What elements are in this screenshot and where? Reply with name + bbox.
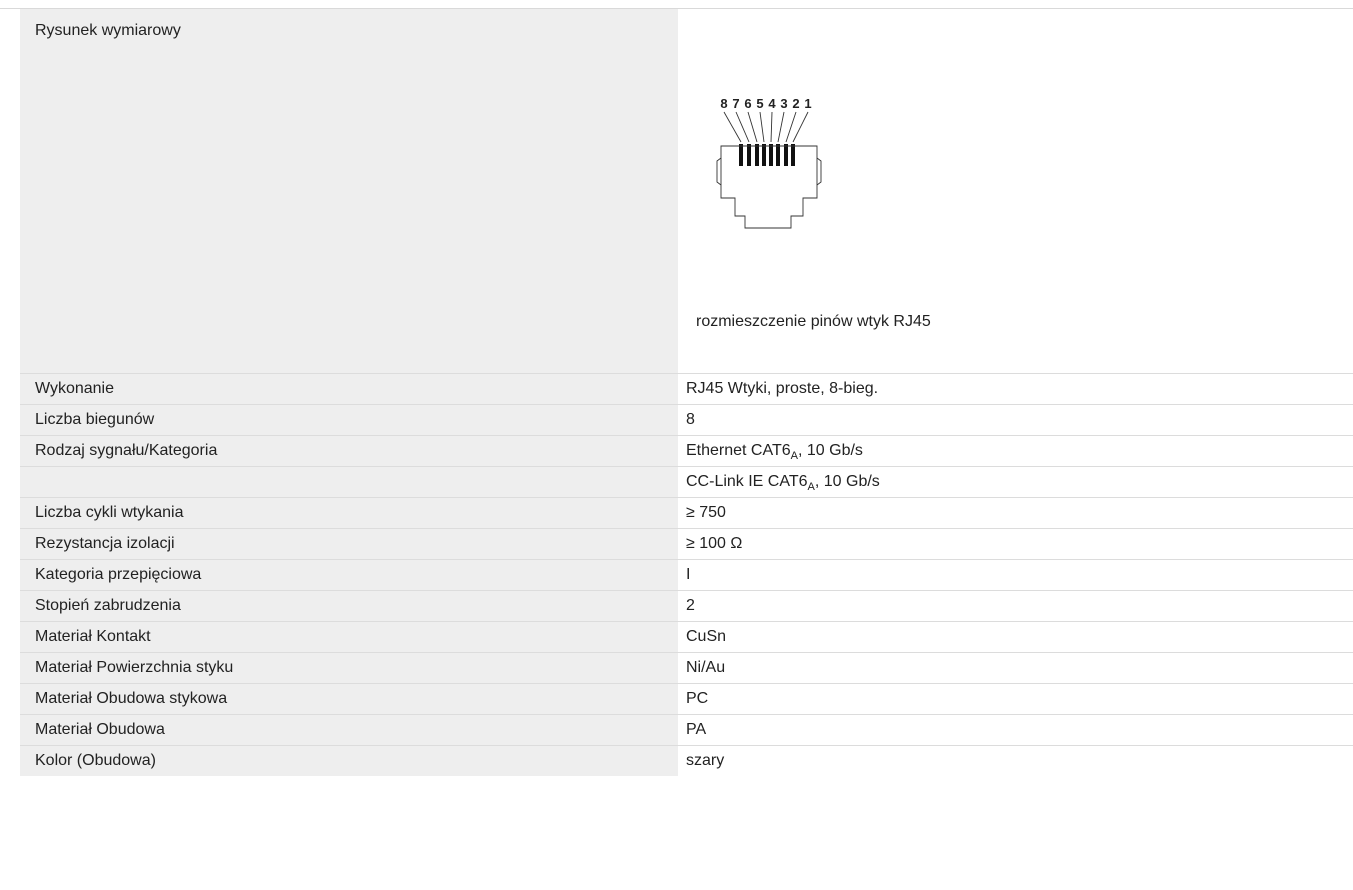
pin-number-8: 8 <box>720 96 727 111</box>
spec-value-suffix: , 10 Gb/s <box>814 473 880 490</box>
spec-value: CuSn <box>686 628 727 645</box>
pin-number-7: 7 <box>732 96 739 111</box>
spec-value-main: CC-Link IE CAT6 <box>686 473 808 490</box>
spec-value: 8 <box>686 411 695 428</box>
spec-value: ≥ 100 Ω <box>686 535 743 552</box>
spec-value-suffix: , 10 Gb/s <box>797 442 863 459</box>
spec-row: Materiał Obudowa PA <box>20 714 1353 745</box>
spec-label: Materiał Powierzchnia styku <box>35 659 234 676</box>
spec-label: Rodzaj sygnału/Kategoria <box>35 442 218 459</box>
spec-label: Rezystancja izolacji <box>35 535 175 552</box>
spec-value: CC-Link IE CAT6A, 10 Gb/s <box>686 473 880 493</box>
spec-label-cell: Materiał Kontakt <box>20 622 678 652</box>
pin-number-6: 6 <box>744 96 751 111</box>
pin-leader-lines <box>723 111 809 143</box>
spec-table: Wykonanie RJ45 Wtyki, proste, 8-bieg. Li… <box>20 373 1353 776</box>
spec-label-cell <box>20 467 678 497</box>
spec-label: Liczba cykli wtykania <box>35 504 184 521</box>
spec-value-main: Ethernet CAT6 <box>686 442 791 459</box>
spec-value: szary <box>686 752 725 769</box>
spec-label: Kolor (Obudowa) <box>35 752 156 769</box>
spec-value-subscript: A <box>807 481 815 493</box>
spec-row: Rezystancja izolacji ≥ 100 Ω <box>20 528 1353 559</box>
spec-row: Materiał Powierzchnia styku Ni/Au <box>20 652 1353 683</box>
spec-label: Materiał Kontakt <box>35 628 151 645</box>
spec-row: Materiał Obudowa stykowa PC <box>20 683 1353 714</box>
dimension-drawing-label: Rysunek wymiarowy <box>35 22 181 39</box>
spec-label-cell: Stopień zabrudzenia <box>20 591 678 621</box>
pinout-caption: rozmieszczenie pinów wtyk RJ45 <box>696 313 931 330</box>
spec-label-cell: Materiał Powierzchnia styku <box>20 653 678 683</box>
spec-label: Wykonanie <box>35 380 115 397</box>
spec-value: I <box>686 566 691 583</box>
pin-number-2: 2 <box>792 96 799 111</box>
spec-row: Materiał Kontakt CuSn <box>20 621 1353 652</box>
dimension-drawing-value-cell: 8 7 6 5 4 3 2 1 rozmieszczenie pinów wty… <box>678 9 1353 373</box>
spec-row: CC-Link IE CAT6A, 10 Gb/s <box>20 466 1353 497</box>
dimension-drawing-label-cell: Rysunek wymiarowy <box>20 9 678 373</box>
spec-label-cell: Rezystancja izolacji <box>20 529 678 559</box>
spec-label: Materiał Obudowa <box>35 721 165 738</box>
spec-label-cell: Materiał Obudowa stykowa <box>20 684 678 714</box>
spec-row: Wykonanie RJ45 Wtyki, proste, 8-bieg. <box>20 373 1353 404</box>
spec-label-cell: Materiał Obudowa <box>20 715 678 745</box>
dimension-drawing-row: Rysunek wymiarowy 8 7 6 5 4 3 2 1 rozmie… <box>20 9 1353 373</box>
spec-row: Liczba cykli wtykania ≥ 750 <box>20 497 1353 528</box>
spec-label: Liczba biegunów <box>35 411 155 428</box>
spec-row: Kolor (Obudowa) szary <box>20 745 1353 776</box>
spec-label-cell: Liczba biegunów <box>20 405 678 435</box>
spec-label: Stopień zabrudzenia <box>35 597 181 614</box>
spec-value: ≥ 750 <box>686 504 726 521</box>
rj45-pinout-drawing: 8 7 6 5 4 3 2 1 <box>716 96 822 229</box>
spec-label-cell: Kategoria przepięciowa <box>20 560 678 590</box>
spec-value: RJ45 Wtyki, proste, 8-bieg. <box>686 380 879 397</box>
spec-row: Liczba biegunów 8 <box>20 404 1353 435</box>
spec-label-cell: Wykonanie <box>20 374 678 404</box>
pin-contacts <box>739 144 795 166</box>
spec-label: Kategoria przepięciowa <box>35 566 202 583</box>
spec-value: PC <box>686 690 709 707</box>
spec-label-cell: Kolor (Obudowa) <box>20 746 678 776</box>
spec-value: PA <box>686 721 707 738</box>
spec-value: Ni/Au <box>686 659 726 676</box>
pin-number-3: 3 <box>780 96 787 111</box>
pin-number-1: 1 <box>804 96 811 111</box>
spec-row: Kategoria przepięciowa I <box>20 559 1353 590</box>
spec-value: 2 <box>686 597 695 614</box>
spec-row: Stopień zabrudzenia 2 <box>20 590 1353 621</box>
spec-label-cell: Liczba cykli wtykania <box>20 498 678 528</box>
spec-label: Materiał Obudowa stykowa <box>35 690 228 707</box>
spec-label-cell: Rodzaj sygnału/Kategoria <box>20 436 678 466</box>
pin-number-4: 4 <box>768 96 776 111</box>
spec-row: Rodzaj sygnału/Kategoria Ethernet CAT6A,… <box>20 435 1353 466</box>
spec-value-subscript: A <box>790 450 798 462</box>
pin-number-5: 5 <box>756 96 763 111</box>
spec-value: Ethernet CAT6A, 10 Gb/s <box>686 442 863 462</box>
